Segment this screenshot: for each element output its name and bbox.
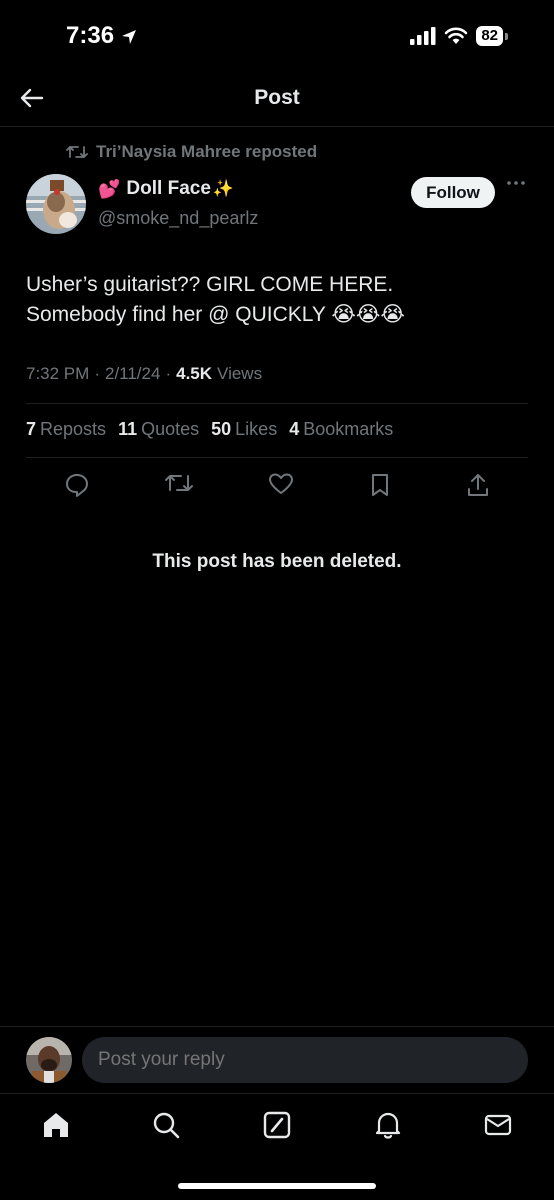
repost-text: Tri’Naysia Mahree reposted (96, 142, 318, 161)
home-icon (44, 1113, 68, 1137)
signal-icon (410, 27, 436, 45)
meta-divider (26, 403, 528, 404)
bell-icon (375, 1112, 401, 1139)
heart-emoji: 💕 (98, 178, 121, 199)
like-button[interactable] (268, 472, 294, 498)
likes-stat[interactable]: 50 Likes (211, 419, 277, 440)
views-count: 4.5K (176, 364, 213, 383)
status-indicators: 82 (410, 26, 508, 46)
battery-tip (505, 32, 508, 40)
repost-icon (66, 146, 88, 158)
bookmarks-stat[interactable]: 4 Bookmarks (289, 419, 393, 440)
reply-input[interactable] (82, 1037, 528, 1083)
more-icon (507, 181, 525, 185)
meta-separator: · (94, 364, 100, 383)
post-date: 2/11/24 (104, 364, 161, 383)
share-icon (468, 474, 488, 496)
post-text-line-1: Usher’s guitarist?? GIRL COME HERE. (26, 273, 394, 296)
grok-icon (263, 1111, 291, 1139)
home-indicator (178, 1183, 376, 1189)
tab-notifications[interactable] (373, 1110, 403, 1140)
bookmark-button[interactable] (369, 472, 391, 498)
share-button[interactable] (466, 472, 490, 498)
post-text-line-2: Somebody find her @ QUICKLY 😭😭😭 (26, 303, 405, 326)
status-time: 7:36 (66, 22, 137, 50)
reply-icon (66, 474, 88, 497)
retweet-button[interactable] (165, 472, 193, 498)
tab-search[interactable] (151, 1110, 181, 1140)
mail-icon (484, 1114, 512, 1136)
deleted-notice: This post has been deleted. (152, 551, 402, 572)
repost-context[interactable]: Tri’Naysia Mahree reposted (66, 142, 317, 162)
header-divider (0, 126, 554, 127)
stats-divider (26, 457, 528, 458)
follow-button[interactable]: Follow (411, 177, 495, 208)
author-display-name: Doll Face (126, 178, 211, 199)
post-text: Usher’s guitarist?? GIRL COME HERE. Some… (26, 270, 526, 330)
quotes-stat[interactable]: 11 Quotes (118, 419, 199, 440)
bookmark-icon (372, 474, 388, 496)
location-arrow-icon (121, 30, 136, 44)
tab-home[interactable] (41, 1110, 71, 1140)
sparkles-emoji: ✨ (212, 179, 235, 198)
page-title: Post (254, 86, 300, 109)
reposts-stat[interactable]: 7 Reposts (26, 419, 106, 440)
retweet-icon (165, 475, 193, 491)
heart-icon (269, 473, 293, 494)
wifi-icon (445, 27, 468, 44)
tab-messages[interactable] (483, 1110, 513, 1140)
author-name[interactable]: 💕 Doll Face ✨ (98, 178, 234, 200)
author-avatar[interactable] (26, 174, 86, 234)
author-handle[interactable]: @smoke_nd_pearlz (98, 208, 258, 229)
post-time: 7:32 PM (26, 364, 90, 383)
reply-divider (0, 1026, 554, 1027)
tab-grok[interactable] (262, 1110, 292, 1140)
views-label: Views (217, 364, 263, 383)
search-icon (153, 1112, 180, 1139)
post-actions (26, 472, 528, 498)
post-meta: 7:32 PM · 2/11/24 · 4.5K Views (26, 364, 262, 384)
meta-separator: · (165, 364, 172, 383)
user-avatar[interactable] (26, 1037, 72, 1083)
reply-button[interactable] (64, 472, 90, 498)
post-stats: 7 Reposts 11 Quotes 50 Likes 4 Bookmarks (26, 419, 393, 440)
battery-indicator: 82 (476, 26, 503, 46)
more-button[interactable] (506, 180, 526, 186)
